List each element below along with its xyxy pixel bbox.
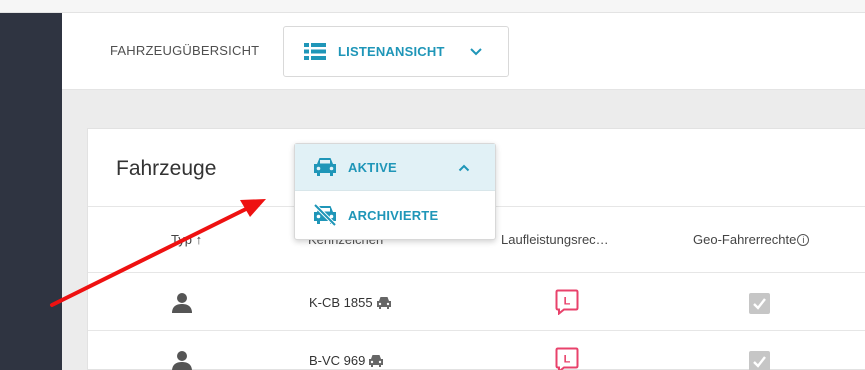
car-off-icon [313, 204, 337, 226]
column-header-geo[interactable]: Geo-Fahrerrechte i [693, 232, 810, 247]
view-mode-select[interactable]: LISTENANSICHT [283, 26, 509, 77]
status-option-active[interactable]: AKTIVE [295, 144, 495, 191]
row-divider [88, 272, 865, 273]
badge-letter: L [564, 354, 571, 366]
status-filter-dropdown[interactable]: AKTIVE ARCHIVIERTE [294, 143, 496, 240]
person-icon [172, 293, 192, 313]
status-option-archived[interactable]: ARCHIVIERTE [295, 192, 495, 239]
chevron-up-icon [458, 164, 470, 172]
person-icon [172, 351, 192, 370]
view-mode-label: LISTENANSICHT [338, 44, 445, 59]
column-header-mileage[interactable]: Laufleistungsrec… [501, 232, 609, 247]
page-title: FAHRZEUGÜBERSICHT [110, 43, 260, 58]
mileage-log-badge-icon[interactable]: L [555, 289, 579, 315]
table-row[interactable]: K-CB 1855 [309, 295, 392, 310]
plate-number: B-VC 969 [309, 353, 366, 368]
geo-rights-checkbox[interactable] [749, 351, 770, 370]
info-icon[interactable]: i [797, 234, 810, 246]
list-view-icon [304, 43, 326, 60]
browser-top-strip [0, 0, 865, 13]
geo-rights-checkbox[interactable] [749, 293, 770, 314]
table-row[interactable]: B-VC 969 [309, 353, 384, 368]
row-divider [88, 330, 865, 331]
column-header-type-label: Typ [171, 232, 192, 247]
plate-number: K-CB 1855 [309, 295, 373, 310]
sort-ascending-icon: ↑ [195, 232, 203, 247]
sidebar [0, 13, 62, 370]
chevron-down-icon [470, 48, 482, 56]
status-option-label: ARCHIVIERTE [348, 208, 439, 223]
column-header-geo-label: Geo-Fahrerrechte [693, 232, 797, 247]
badge-letter: L [564, 296, 571, 308]
card-title: Fahrzeuge [116, 157, 217, 180]
car-icon [376, 297, 391, 309]
car-icon [314, 158, 336, 176]
column-header-type[interactable]: Typ ↑ [171, 232, 202, 247]
car-icon [369, 355, 384, 367]
page-header: FAHRZEUGÜBERSICHT LISTENANSICHT [62, 13, 865, 90]
status-option-label: AKTIVE [348, 160, 397, 175]
mileage-log-badge-icon[interactable]: L [555, 347, 579, 370]
